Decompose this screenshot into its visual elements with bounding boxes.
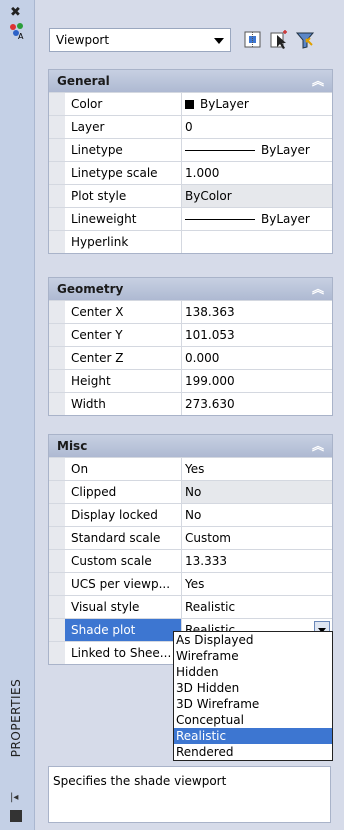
property-name: Shade plot — [65, 619, 182, 641]
property-value[interactable]: 199.000 — [182, 370, 332, 392]
dropdown-option[interactable]: Rendered — [174, 744, 332, 760]
property-name: Linked to Shee... — [65, 642, 182, 664]
property-row-center-x[interactable]: Center X 138.363 — [49, 300, 332, 323]
property-name: Standard scale — [65, 527, 182, 549]
property-name: Clipped — [65, 481, 182, 503]
object-type-value: Viewport — [56, 33, 110, 47]
property-name: Plot style — [65, 185, 182, 207]
property-value[interactable]: 0 — [182, 116, 332, 138]
property-row-linetype[interactable]: Linetype ByLayer — [49, 138, 332, 161]
property-row-on[interactable]: On Yes — [49, 457, 332, 480]
section-misc-header[interactable]: Misc ︽ — [49, 435, 332, 457]
property-row-center-y[interactable]: Center Y 101.053 — [49, 323, 332, 346]
properties-panel: Viewport General ︽ Color ByLayer Layer 0 L… — [35, 0, 344, 830]
chevron-down-icon[interactable] — [214, 38, 224, 44]
property-name: Center X — [65, 301, 182, 323]
property-row-center-z[interactable]: Center Z 0.000 — [49, 346, 332, 369]
section-title: Geometry — [57, 282, 124, 296]
section-geometry-header[interactable]: Geometry ︽ — [49, 278, 332, 300]
property-name: Linetype scale — [65, 162, 182, 184]
property-value[interactable]: ByLayer — [182, 139, 332, 161]
dropdown-option[interactable]: Wireframe — [174, 648, 332, 664]
property-value[interactable]: Realistic — [182, 596, 332, 618]
color-swatch — [185, 100, 194, 109]
property-value[interactable]: No — [182, 504, 332, 526]
property-value[interactable]: ByLayer — [182, 208, 332, 230]
close-icon[interactable]: ✖ — [10, 5, 21, 20]
property-name: Layer — [65, 116, 182, 138]
property-row-display-locked[interactable]: Display locked No — [49, 503, 332, 526]
dropdown-option-selected[interactable]: Realistic — [174, 728, 332, 744]
property-name: UCS per viewp... — [65, 573, 182, 595]
property-value[interactable] — [182, 231, 332, 253]
dropdown-option[interactable]: 3D Hidden — [174, 680, 332, 696]
property-value[interactable]: 101.053 — [182, 324, 332, 346]
property-name: Hyperlink — [65, 231, 182, 253]
property-value[interactable]: 138.363 — [182, 301, 332, 323]
property-row-custom-scale[interactable]: Custom scale 13.333 — [49, 549, 332, 572]
property-name: Height — [65, 370, 182, 392]
property-row-hyperlink[interactable]: Hyperlink — [49, 230, 332, 253]
section-geometry: Geometry ︽ Center X 138.363 Center Y 101.0… — [48, 277, 333, 416]
dropdown-option[interactable]: 3D Wireframe — [174, 696, 332, 712]
property-name: Lineweight — [65, 208, 182, 230]
collapse-icon[interactable]: ︽ — [312, 70, 324, 92]
property-value[interactable]: Custom — [182, 527, 332, 549]
property-row-height[interactable]: Height 199.000 — [49, 369, 332, 392]
select-objects-icon[interactable] — [267, 28, 291, 52]
property-name: Color — [65, 93, 182, 115]
linetype-sample — [185, 150, 255, 151]
section-title: General — [57, 74, 110, 88]
property-name: On — [65, 458, 182, 480]
property-row-layer[interactable]: Layer 0 — [49, 115, 332, 138]
auto-hide-icon[interactable]: |◂ — [10, 792, 18, 803]
property-name: Custom scale — [65, 550, 182, 572]
section-general: General ︽ Color ByLayer Layer 0 Linetype By… — [48, 69, 333, 254]
property-row-standard-scale[interactable]: Standard scale Custom — [49, 526, 332, 549]
object-type-select[interactable]: Viewport — [49, 28, 231, 52]
property-value[interactable]: 13.333 — [182, 550, 332, 572]
property-row-color[interactable]: Color ByLayer — [49, 92, 332, 115]
property-row-lineweight[interactable]: Lineweight ByLayer — [49, 207, 332, 230]
property-name: Width — [65, 393, 182, 415]
section-general-header[interactable]: General ︽ — [49, 70, 332, 92]
property-value[interactable]: Yes — [182, 458, 332, 480]
palette-title: PROPERTIES — [9, 678, 23, 758]
property-value[interactable]: 1.000 — [182, 162, 332, 184]
dropdown-option[interactable]: As Displayed — [174, 632, 332, 648]
palette-menu-icon[interactable] — [10, 810, 22, 822]
property-row-linetype-scale[interactable]: Linetype scale 1.000 — [49, 161, 332, 184]
property-row-width[interactable]: Width 273.630 — [49, 392, 332, 415]
property-description: Specifies the shade viewport — [48, 766, 331, 823]
properties-palette-icon[interactable]: A — [8, 22, 26, 40]
section-title: Misc — [57, 439, 88, 453]
property-name: Center Z — [65, 347, 182, 369]
property-row-ucs-per-viewport[interactable]: UCS per viewp... Yes — [49, 572, 332, 595]
lineweight-sample — [185, 219, 255, 220]
property-row-visual-style[interactable]: Visual style Realistic — [49, 595, 332, 618]
property-value: ByColor — [182, 185, 332, 207]
collapse-icon[interactable]: ︽ — [312, 435, 324, 457]
property-name: Visual style — [65, 596, 182, 618]
toggle-pickadd-icon[interactable] — [241, 28, 265, 52]
property-row-clipped[interactable]: Clipped No — [49, 480, 332, 503]
dropdown-option[interactable]: Conceptual — [174, 712, 332, 728]
property-value[interactable]: ByLayer — [182, 93, 332, 115]
quick-select-icon[interactable] — [293, 28, 317, 52]
property-value[interactable]: Yes — [182, 573, 332, 595]
property-name: Display locked — [65, 504, 182, 526]
property-name: Center Y — [65, 324, 182, 346]
property-row-plot-style[interactable]: Plot style ByColor — [49, 184, 332, 207]
svg-text:A: A — [18, 32, 24, 40]
palette-title-bar: ✖ A PROPERTIES |◂ — [0, 0, 35, 830]
dropdown-option[interactable]: Hidden — [174, 664, 332, 680]
property-value[interactable]: 0.000 — [182, 347, 332, 369]
shade-plot-dropdown-list: As Displayed Wireframe Hidden 3D Hidden … — [173, 631, 333, 761]
property-name: Linetype — [65, 139, 182, 161]
collapse-icon[interactable]: ︽ — [312, 278, 324, 300]
property-value: No — [182, 481, 332, 503]
property-value[interactable]: 273.630 — [182, 393, 332, 415]
